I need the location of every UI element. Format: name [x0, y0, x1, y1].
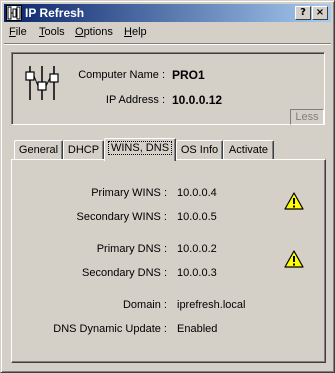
menu-tools[interactable]: Tools [39, 26, 65, 38]
secondary-dns-label: Secondary DNS : [82, 267, 167, 279]
primary-dns-label: Primary DNS : [96, 243, 167, 255]
tab-os-info-label: OS Info [180, 144, 219, 156]
menu-separator [4, 43, 331, 45]
computer-name-label: Computer Name : [78, 69, 165, 81]
menu-file[interactable]: File [9, 26, 27, 38]
secondary-wins-value: 10.0.0.5 [177, 211, 217, 223]
computer-name-value: PRO1 [172, 68, 205, 82]
secondary-dns-value: 10.0.0.3 [177, 267, 217, 279]
window-title: IP Refresh [25, 6, 85, 20]
tab-wins-dns[interactable]: WINS, DNS [104, 138, 176, 161]
computer-info-panel: Computer Name : PRO1 IP Address : 10.0.0… [11, 52, 325, 125]
dns-warning-icon [284, 250, 304, 271]
help-button[interactable]: ? [295, 6, 311, 20]
tab-wins-dns-label: WINS, DNS [107, 141, 173, 155]
primary-wins-value: 10.0.0.4 [177, 187, 217, 199]
domain-value: iprefresh.local [177, 299, 246, 311]
menu-options[interactable]: Options [75, 26, 113, 38]
wins-dns-panel: Primary WINS : 10.0.0.4 Secondary WINS :… [11, 159, 326, 363]
ip-address-value: 10.0.0.12 [172, 93, 223, 107]
secondary-wins-label: Secondary WINS : [76, 211, 167, 223]
app-window: IP Refresh ? × File Tools Options Help C… [0, 0, 335, 373]
menu-help[interactable]: Help [124, 26, 147, 38]
tab-os-info[interactable]: OS Info [176, 140, 223, 160]
dns-dynamic-update-value: Enabled [177, 323, 218, 335]
title-bar[interactable]: IP Refresh ? × [4, 4, 331, 22]
tab-dhcp[interactable]: DHCP [63, 140, 104, 160]
close-button[interactable]: × [312, 6, 328, 20]
tab-activate[interactable]: Activate [223, 140, 274, 160]
tab-activate-label: Activate [228, 144, 269, 156]
ip-address-label: IP Address : [105, 94, 165, 106]
network-app-icon [6, 5, 22, 21]
tab-general[interactable]: General [14, 140, 63, 160]
wins-warning-icon [284, 192, 304, 213]
dns-dynamic-update-label: DNS Dynamic Update : [53, 323, 167, 335]
tab-dhcp-label: DHCP [67, 144, 100, 156]
primary-dns-value: 10.0.0.2 [177, 243, 217, 255]
menu-bar: File Tools Options Help [4, 23, 331, 42]
domain-label: Domain : [122, 299, 167, 311]
less-button[interactable]: Less [290, 109, 324, 125]
primary-wins-label: Primary WINS : [91, 187, 167, 199]
tab-general-label: General [18, 144, 59, 156]
